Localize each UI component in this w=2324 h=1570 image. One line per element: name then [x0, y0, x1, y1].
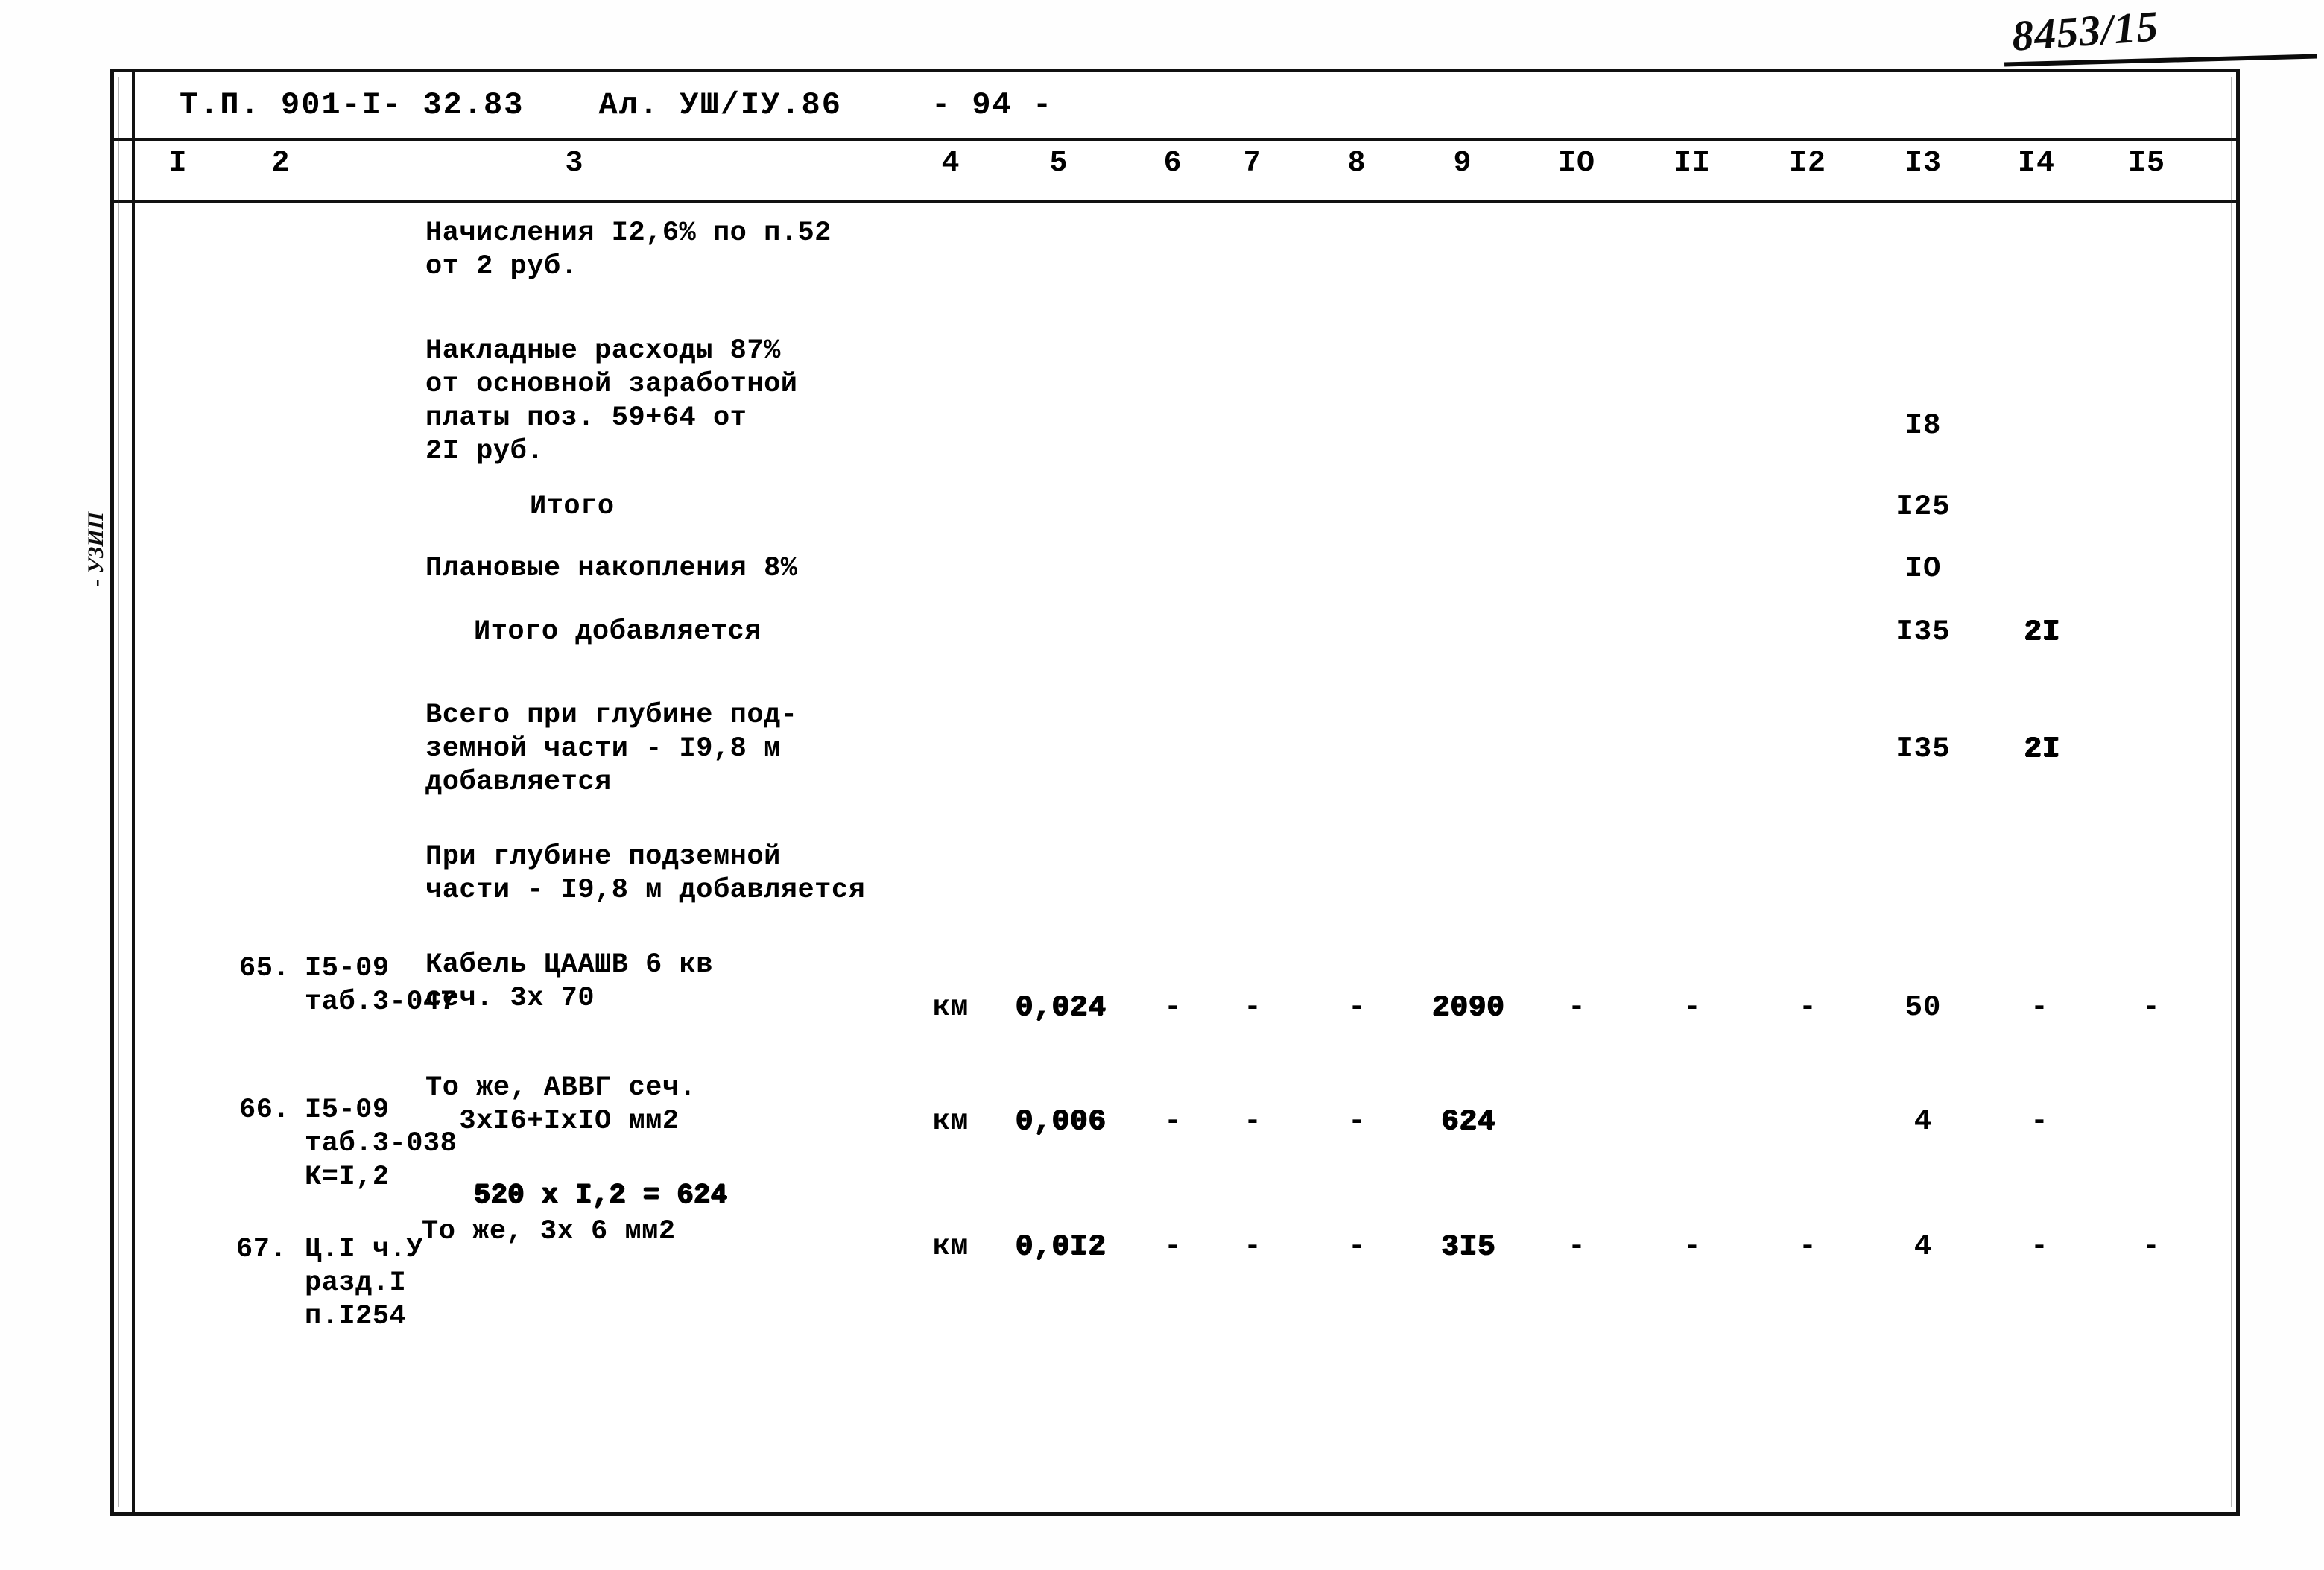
row-65-col9: 2090	[1432, 991, 1505, 1024]
row-66-calculation: 520 x I,2 = 624	[474, 1180, 728, 1212]
row-66-col13: 4	[1913, 1105, 1933, 1138]
table-title-row: Т.П. 901-I- 32.83 Ал. УШ/IУ.86 - 94 -	[135, 72, 2236, 138]
row-66-unit: км	[932, 1105, 969, 1138]
column-number-3: 3	[565, 147, 584, 180]
block-itogo-text: Итого	[530, 491, 615, 522]
row-65-col12: -	[1799, 991, 1817, 1024]
scanned-page: 8453/15 - УЗИП зак.44 тир.500ж.78 (43ю) …	[0, 0, 2324, 1570]
block-nachisleniya-text: Начисления I2,6% по п.52 от 2 руб.	[425, 218, 832, 283]
row-65-quantity: 0,024	[1015, 991, 1107, 1024]
block-itogo-dobavlyaetsya-col14: 2I	[2024, 615, 2061, 648]
handwritten-archive-number: 8453/15	[2010, 1, 2161, 60]
row-67-col13: 4	[1913, 1230, 1933, 1263]
row-66-description: То же, АВВГ сеч. 3хI6+IхIO мм2	[425, 1072, 697, 1138]
column-number-1: I	[168, 147, 188, 180]
column-number-12: I2	[1788, 147, 1827, 180]
row-67-col12: -	[1799, 1230, 1817, 1263]
block-vsego-col13: I35	[1896, 732, 1951, 765]
row-65-col15: -	[2142, 991, 2160, 1024]
row-66-col9: 624	[1441, 1105, 1496, 1138]
column-number-9: 9	[1453, 147, 1472, 180]
row-65-col8: -	[1348, 991, 1366, 1024]
column-number-13: I3	[1904, 147, 1943, 180]
row-65-col6: -	[1164, 991, 1182, 1024]
block-itogo-dobavlyaetsya-col13: I35	[1896, 615, 1951, 648]
row-65-unit: км	[932, 991, 969, 1024]
document-table-frame: Т.П. 901-I- 32.83 Ал. УШ/IУ.86 - 94 - I …	[110, 69, 2240, 1516]
column-number-5: 5	[1049, 147, 1068, 180]
column-number-row: I 2 3 4 5 6 7 8 9 IO II I2 I3 I4 I5	[135, 141, 2236, 199]
page-number: - 94 -	[931, 87, 1054, 123]
row-65-description: Кабель ЦААШВ 6 кв сеч. 3х 70	[425, 949, 713, 1015]
column-number-8: 8	[1347, 147, 1367, 180]
row-67-description: То же, 3х 6 мм2	[422, 1216, 676, 1247]
table-body: Начисления I2,6% по п.52 от 2 руб. Накла…	[135, 203, 2236, 1512]
column-number-2: 2	[271, 147, 291, 180]
column-number-15: I5	[2127, 147, 2166, 180]
column-number-6: 6	[1163, 147, 1182, 180]
row-67-col9: 3I5	[1441, 1230, 1496, 1263]
column-number-11: II	[1673, 147, 1712, 180]
row-66-col7: -	[1244, 1105, 1261, 1138]
left-margin-line-1: - УЗИП	[83, 511, 108, 587]
row-66-col6: -	[1164, 1105, 1182, 1138]
row-67-col8: -	[1348, 1230, 1366, 1263]
block-itogo-col13: I25	[1896, 490, 1951, 523]
column-number-4: 4	[941, 147, 960, 180]
row-67-col7: -	[1244, 1230, 1261, 1263]
block-pri-glubine-text: При глубине подземной части - I9,8 м доб…	[425, 841, 866, 907]
row-67-col11: -	[1683, 1230, 1701, 1263]
row-67-unit: км	[932, 1230, 969, 1263]
block-itogo-dobavlyaetsya-text: Итого добавляется	[474, 616, 762, 648]
row-65-col11: -	[1683, 991, 1701, 1024]
row-67-code: Ц.I ч.У разд.I п.I254	[305, 1234, 423, 1333]
block-vsego-col14: 2I	[2024, 732, 2061, 765]
row-67-col14: -	[2030, 1230, 2048, 1263]
block-nakladnye-col13: I8	[1905, 409, 1942, 442]
column-number-14: I4	[2017, 147, 2056, 180]
row-65-col13: 50	[1905, 991, 1942, 1024]
block-vsego-pri-glubine-text: Всего при глубине под- земной части - I9…	[425, 700, 798, 799]
row-65-number: 65.	[239, 953, 291, 984]
row-65-col14: -	[2030, 991, 2048, 1024]
row-67-number: 67.	[236, 1234, 288, 1265]
row-65-col10: -	[1568, 991, 1586, 1024]
row-66-number: 66.	[239, 1095, 291, 1126]
block-nakladnye-text: Накладные расходы 87% от основной зарабо…	[425, 335, 798, 468]
row-66-quantity: 0,006	[1015, 1105, 1107, 1138]
block-planovye-col13: IO	[1905, 552, 1942, 585]
block-planovye-text: Плановые накопления 8%	[425, 553, 798, 584]
row-67-quantity: 0,0I2	[1015, 1230, 1107, 1263]
row-67-col6: -	[1164, 1230, 1182, 1263]
column-number-7: 7	[1243, 147, 1262, 180]
row-66-col8: -	[1348, 1105, 1366, 1138]
row-65-col7: -	[1244, 991, 1261, 1024]
row-67-col10: -	[1568, 1230, 1586, 1263]
row-66-col14: -	[2030, 1105, 2048, 1138]
title-line: Т.П. 901-I- 32.83 Ал. УШ/IУ.86 - 94 -	[135, 87, 1053, 123]
row-67-col15: -	[2142, 1230, 2160, 1263]
project-code: Т.П. 901-I- 32.83	[180, 87, 525, 123]
column-number-10: IO	[1557, 147, 1596, 180]
album-code: Ал. УШ/IУ.86	[598, 87, 842, 123]
